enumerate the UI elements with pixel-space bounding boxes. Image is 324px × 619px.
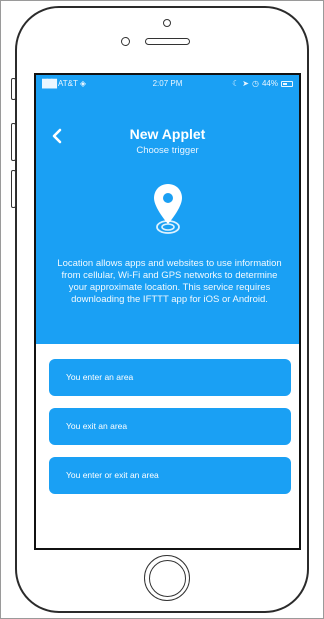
applet-header: ███ AT&T ◈ 2:07 PM ☾ ➤ ◷ 44% New Applet … — [36, 75, 299, 344]
service-description: Location allows apps and websites to use… — [57, 258, 282, 305]
front-camera — [163, 19, 171, 27]
volume-down-button — [11, 170, 16, 208]
battery-percent: 44% — [261, 79, 278, 88]
location-pin-icon — [154, 184, 182, 234]
phone-screen: ███ AT&T ◈ 2:07 PM ☾ ➤ ◷ 44% New Applet … — [34, 73, 301, 550]
moon-icon: ☾ — [232, 79, 240, 88]
trigger-option-enter-or-exit-area[interactable]: You enter or exit an area — [49, 457, 291, 494]
camera-lens — [121, 37, 130, 46]
page-subtitle: Choose trigger — [136, 145, 199, 156]
status-right: ☾ ➤ ◷ 44% — [232, 79, 293, 88]
home-button[interactable] — [144, 555, 190, 601]
mute-switch — [11, 78, 16, 100]
location-arrow-icon: ➤ — [242, 79, 249, 88]
volume-up-button — [11, 123, 16, 161]
earpiece-speaker — [145, 38, 190, 45]
trigger-option-enter-area[interactable]: You enter an area — [49, 359, 291, 396]
trigger-option-exit-area[interactable]: You exit an area — [49, 408, 291, 445]
status-bar: ███ AT&T ◈ 2:07 PM ☾ ➤ ◷ 44% — [36, 75, 299, 93]
page-title: New Applet — [129, 126, 206, 142]
trigger-options: You enter an area You exit an area You e… — [49, 359, 291, 506]
alarm-icon: ◷ — [252, 79, 259, 88]
battery-icon — [281, 80, 293, 87]
